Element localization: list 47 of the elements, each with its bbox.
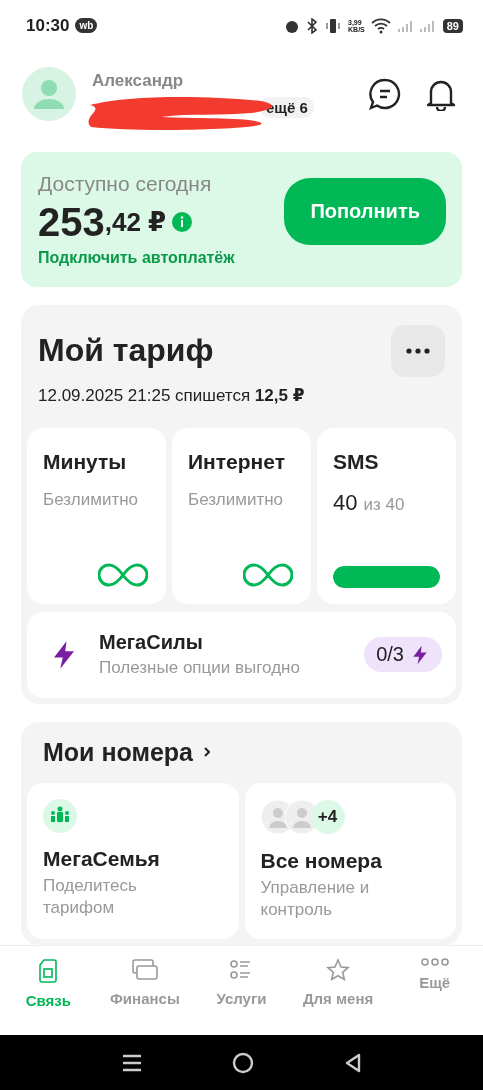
infinity-icon: [98, 561, 148, 588]
more-count: +4: [310, 799, 345, 834]
balance-amount: 253: [38, 199, 105, 245]
home-icon[interactable]: [231, 1051, 254, 1074]
card-subtitle: Управление и контроль: [260, 876, 371, 921]
megasily-counter: 0/3: [364, 637, 442, 672]
chevron-icon: [203, 746, 212, 758]
package-count: 40 из 40: [333, 489, 406, 516]
megasily-title: МегаСилы: [99, 631, 204, 654]
user-name: Александр: [92, 70, 185, 91]
megasily-card[interactable]: МегаСилы Полезные опции выгодно 0/3: [27, 611, 456, 698]
numbers-title[interactable]: Мои номера: [43, 737, 194, 767]
more-button[interactable]: [391, 324, 445, 377]
signal-icon: [396, 18, 437, 33]
package-title: SMS: [333, 449, 380, 474]
card-title: Все номера: [260, 848, 383, 873]
package-subtitle: Безлимитно: [188, 489, 285, 510]
back-icon[interactable]: [343, 1052, 362, 1073]
package-subtitle: Безлимитно: [43, 489, 140, 510]
battery-level: 89: [442, 18, 463, 33]
balance-label: Доступно сегодня: [38, 171, 213, 196]
cards-icon: [130, 957, 159, 982]
numbers-card[interactable]: +4 Все номера Управление и контроль: [244, 782, 456, 939]
package-card[interactable]: SMS 40 из 40: [317, 427, 456, 604]
card-title: МегаСемья: [43, 846, 161, 871]
package-card[interactable]: Минуты Безлимитно: [27, 427, 166, 604]
package-title: Минуты: [43, 449, 128, 474]
bluetooth-icon: [306, 17, 318, 34]
package-title: Интернет: [188, 449, 286, 474]
menu-icon[interactable]: [121, 1053, 142, 1072]
balance-cents: ,42 ₽: [104, 206, 167, 238]
more-icon: [406, 347, 430, 354]
clock: 10:30: [26, 15, 70, 36]
family-icon: [43, 798, 77, 833]
charge-info: 12.09.2025 21:25 спишется 12,5 ₽: [37, 384, 306, 406]
star-icon: [326, 957, 351, 982]
app-badge: wb: [75, 18, 98, 34]
info-icon[interactable]: [172, 212, 193, 232]
card-subtitle: Поделитесь тарифом: [43, 874, 138, 919]
wifi-icon: [370, 17, 391, 34]
vibrate-icon: [324, 17, 342, 34]
package-card[interactable]: Интернет Безлимитно: [172, 427, 311, 604]
more-icon: [419, 957, 450, 966]
tariff-title: Мой тариф: [38, 332, 214, 369]
megasily-subtitle: Полезные опции выгодно: [99, 658, 301, 678]
infinity-icon: [243, 561, 293, 588]
numbers-card[interactable]: МегаСемья Поделитесь тарифом: [27, 782, 239, 939]
